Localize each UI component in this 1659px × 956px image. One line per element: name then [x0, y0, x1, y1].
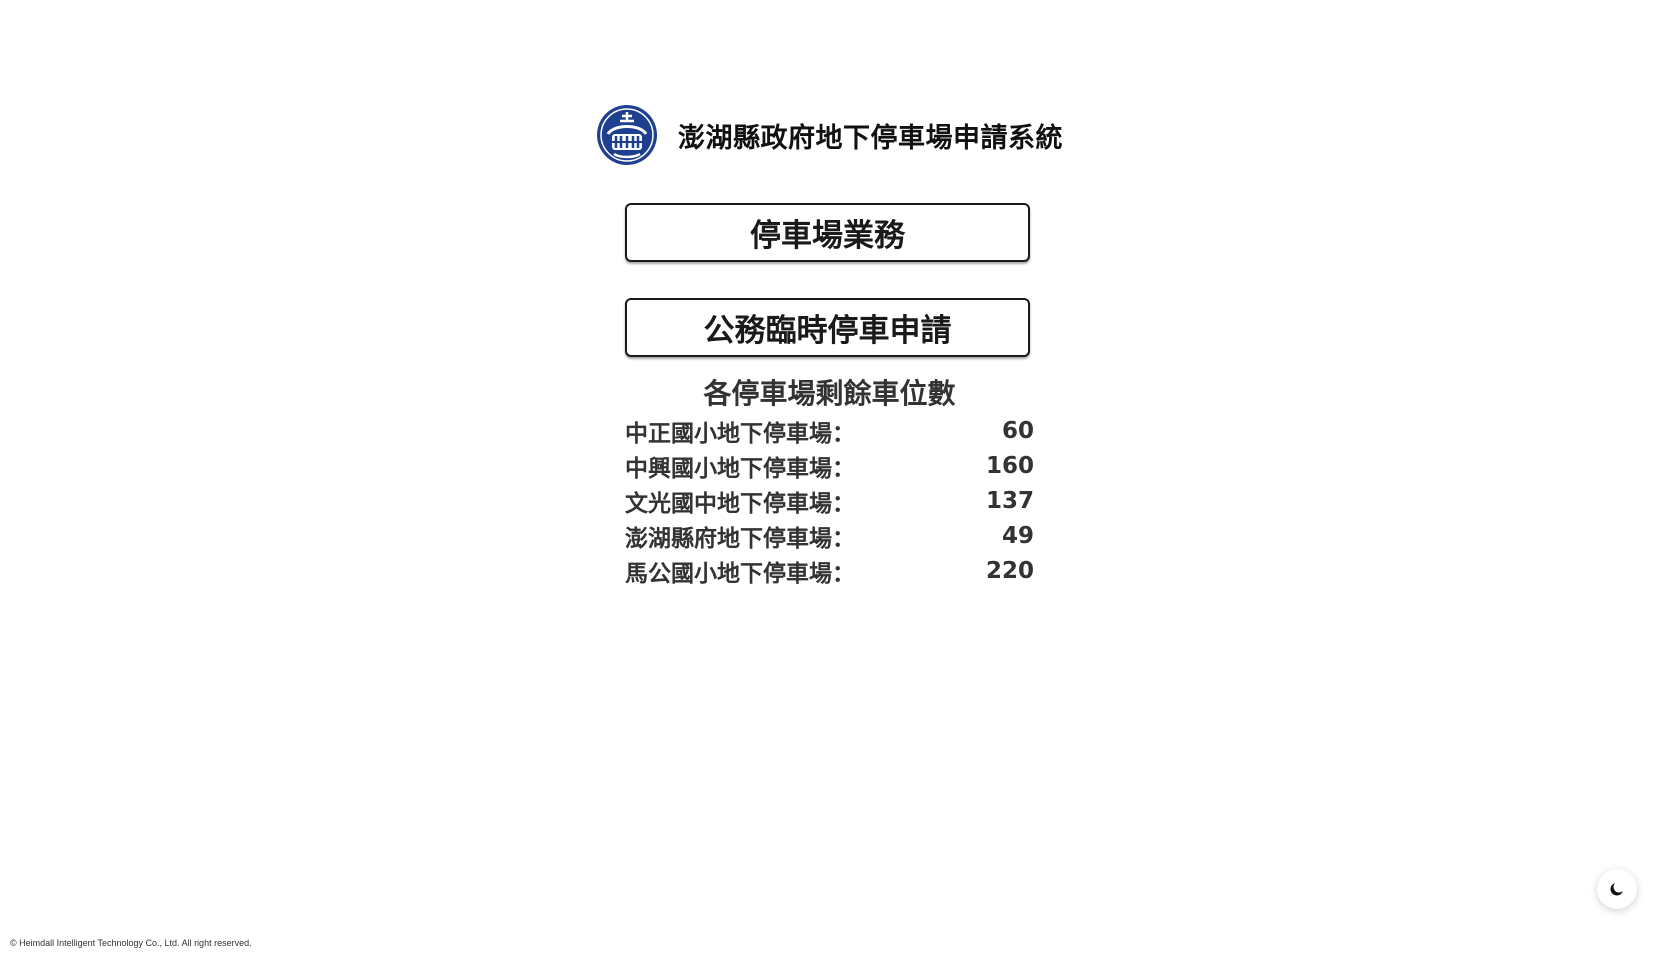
lot-row: 中正國小地下停車場： 60: [625, 413, 1034, 448]
lot-name: 文光國中地下停車場：: [625, 490, 855, 517]
site-title: 澎湖縣政府地下停車場申請系統: [678, 122, 1063, 154]
lot-count: 220: [985, 557, 1034, 584]
theme-toggle-button[interactable]: [1597, 869, 1637, 909]
county-seal-logo: [597, 105, 657, 165]
lot-count: 137: [985, 487, 1034, 514]
lot-count: 160: [985, 452, 1034, 479]
copyright-footer: © Heimdall Intelligent Technology Co., L…: [10, 938, 252, 948]
lot-row: 澎湖縣府地下停車場： 49: [625, 518, 1034, 553]
page: 澎湖縣政府地下停車場申請系統 停車場業務 公務臨時停車申請 各停車場剩餘車位數 …: [0, 0, 1659, 956]
lot-count: 49: [1001, 522, 1034, 549]
official-temp-parking-button[interactable]: 公務臨時停車申請: [625, 298, 1030, 357]
availability-title: 各停車場剩餘車位數: [703, 377, 956, 410]
lot-name: 馬公國小地下停車場：: [625, 560, 855, 587]
lot-count: 60: [1001, 417, 1034, 444]
header-inner: 澎湖縣政府地下停車場申請系統: [596, 104, 1063, 166]
lot-name: 中正國小地下停車場：: [625, 420, 855, 447]
parking-business-button[interactable]: 停車場業務: [625, 203, 1030, 262]
lot-row: 文光國中地下停車場： 137: [625, 483, 1034, 518]
header: 澎湖縣政府地下停車場申請系統: [0, 104, 1659, 166]
lot-name: 中興國小地下停車場：: [625, 455, 855, 482]
lot-row: 馬公國小地下停車場： 220: [625, 553, 1034, 588]
lot-row: 中興國小地下停車場： 160: [625, 448, 1034, 483]
moon-icon: [1610, 883, 1623, 896]
lot-name: 澎湖縣府地下停車場：: [625, 525, 855, 552]
parking-lot-list: 中正國小地下停車場： 60 中興國小地下停車場： 160 文光國中地下停車場： …: [625, 413, 1034, 588]
